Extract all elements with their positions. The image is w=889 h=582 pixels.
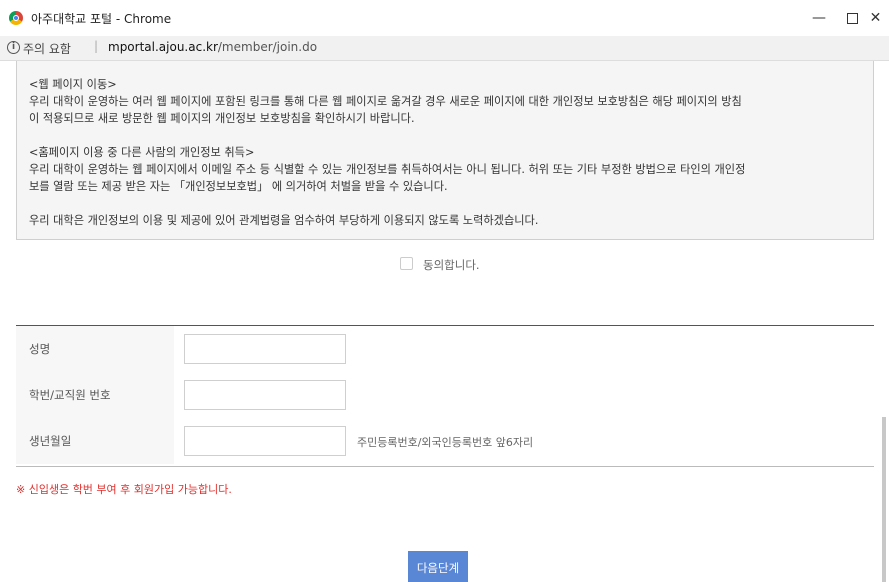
name-input[interactable] bbox=[184, 334, 346, 364]
signup-form: 성명 학번/교직원 번호 생년월일 주민등록번호/외국인등록번호 앞6자리 bbox=[16, 325, 874, 467]
info-icon[interactable]: i bbox=[7, 41, 20, 54]
name-label: 성명 bbox=[29, 342, 51, 356]
birthdate-hint: 주민등록번호/외국인등록번호 앞6자리 bbox=[357, 436, 534, 449]
policy-paragraph: <웹 페이지 이동> 우리 대학이 운영하는 여러 웹 페이지에 포함된 링크를… bbox=[29, 78, 742, 125]
form-row-birthdate: 생년월일 주민등록번호/외국인등록번호 앞6자리 bbox=[16, 418, 874, 464]
student-id-input[interactable] bbox=[184, 380, 346, 410]
maximize-icon bbox=[846, 12, 858, 24]
policy-paragraph: <홈페이지 이용 중 다른 사람의 개인정보 취득> 우리 대학이 운영하는 웹… bbox=[29, 146, 746, 193]
agree-checkbox-row[interactable]: 동의합니다. bbox=[400, 257, 480, 273]
birthdate-label: 생년월일 bbox=[29, 434, 72, 448]
policy-paragraph: 우리 대학은 개인정보의 이용 및 제공에 있어 관계법령을 엄수하여 부당하게… bbox=[29, 214, 539, 227]
form-row-student-id: 학번/교직원 번호 bbox=[16, 372, 874, 418]
student-id-label: 학번/교직원 번호 bbox=[29, 388, 111, 402]
url[interactable]: mportal.ajou.ac.kr/member/join.do bbox=[108, 40, 317, 54]
next-step-button[interactable]: 다음단계 bbox=[408, 551, 468, 582]
chrome-icon bbox=[9, 11, 23, 25]
window-title: 아주대학교 포털 - Chrome bbox=[31, 12, 172, 26]
agree-checkbox[interactable] bbox=[400, 257, 413, 270]
privacy-policy-box[interactable]: <웹 페이지 이동> 우리 대학이 운영하는 여러 웹 페이지에 포함된 링크를… bbox=[16, 61, 874, 240]
browser-window: 아주대학교 포털 - Chrome — ✕ i 주의 요함 | mportal.… bbox=[0, 0, 889, 582]
address-separator: | bbox=[94, 39, 99, 53]
scrollbar[interactable] bbox=[882, 417, 886, 582]
freshman-notice: ※ 신입생은 학번 부여 후 회원가입 가능합니다. bbox=[16, 483, 232, 496]
birthdate-input[interactable] bbox=[184, 426, 346, 456]
page-content: <웹 페이지 이동> 우리 대학이 운영하는 여러 웹 페이지에 포함된 링크를… bbox=[0, 61, 889, 582]
close-button[interactable]: ✕ bbox=[862, 0, 889, 36]
title-bar: 아주대학교 포털 - Chrome — ✕ bbox=[0, 0, 889, 36]
url-path: /member/join.do bbox=[217, 40, 318, 54]
form-row-name: 성명 bbox=[16, 326, 874, 372]
url-host: mportal.ajou.ac.kr bbox=[108, 40, 218, 54]
security-label[interactable]: 주의 요함 bbox=[23, 40, 71, 57]
agree-label[interactable]: 동의합니다. bbox=[423, 258, 480, 272]
address-bar[interactable]: i 주의 요함 | mportal.ajou.ac.kr/member/join… bbox=[0, 36, 889, 61]
